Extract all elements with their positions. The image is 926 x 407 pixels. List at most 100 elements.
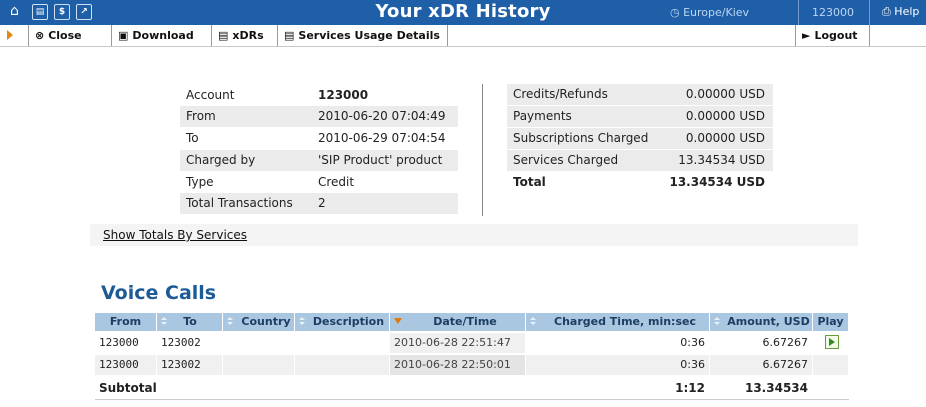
column-header-charged-time[interactable]: Charged Time, min:sec <box>526 313 710 331</box>
toolbar: ⊗ Close ▣ Download ▤ xDRs ▤ Services Usage D… <box>0 25 926 47</box>
charges-row-total: Total 13.34534 USD <box>507 172 773 193</box>
services-usage-label: Services Usage Details <box>298 29 440 42</box>
download-icon: ▣ <box>118 29 129 42</box>
play-icon[interactable] <box>825 335 839 349</box>
cell-to: 123002 <box>157 333 223 353</box>
column-header-from[interactable]: From <box>95 313 157 331</box>
charges-value: 13.34534 USD <box>678 153 765 167</box>
info-value: 2 <box>318 196 326 210</box>
cell-country <box>223 355 295 375</box>
close-label: Close <box>48 29 82 42</box>
info-row-account: Account 123000 <box>180 85 458 106</box>
close-icon: ⊗ <box>35 29 45 42</box>
xdrs-icon: ▤ <box>218 29 229 42</box>
help-text: Help <box>894 5 920 18</box>
sort-icon <box>299 317 306 326</box>
section-title: Voice Calls <box>101 282 217 304</box>
show-totals-by-services-link[interactable]: Show Totals By Services <box>103 228 247 242</box>
account-id-label[interactable]: 123000 <box>812 6 854 19</box>
sort-desc-icon <box>394 318 402 324</box>
subtotal-amount: 13.34534 <box>710 378 813 398</box>
charges-value: 0.00000 USD <box>685 87 765 101</box>
info-row-total-transactions: Total Transactions 2 <box>180 193 458 214</box>
info-label: Total Transactions <box>186 196 293 210</box>
charges-label: Services Charged <box>513 153 619 167</box>
column-header-play: Play <box>813 313 849 331</box>
cell-play-empty <box>813 355 849 375</box>
column-header-datetime[interactable]: Date/Time <box>390 313 526 331</box>
sort-icon <box>530 317 537 326</box>
download-button[interactable]: ▣ Download <box>112 25 212 46</box>
services-usage-icon: ▤ <box>284 29 295 42</box>
close-button[interactable]: ⊗ Close <box>28 25 112 46</box>
info-row-type: Type Credit <box>180 172 458 193</box>
info-label: From <box>186 109 216 123</box>
info-row-charged-by: Charged by 'SIP Product' product <box>180 150 458 171</box>
help-link[interactable]: ⎙ Help <box>882 5 919 19</box>
column-label: Charged Time, min:sec <box>554 315 696 328</box>
column-label: To <box>183 315 197 328</box>
cell-amount: 6.67267 <box>710 333 813 353</box>
column-label: Description <box>312 315 385 328</box>
menu-arrow-icon[interactable] <box>7 30 13 40</box>
charges-row-services: Services Charged 13.34534 USD <box>507 150 773 171</box>
download-label: Download <box>132 29 194 42</box>
cell-description <box>295 333 390 353</box>
info-divider <box>482 84 483 216</box>
charges-label: Subscriptions Charged <box>513 131 649 145</box>
info-label: Type <box>186 175 214 189</box>
sort-icon <box>227 317 234 326</box>
column-header-description[interactable]: Description <box>295 313 390 331</box>
column-label: Date/Time <box>433 315 497 328</box>
services-usage-button[interactable]: ▤ Services Usage Details <box>278 25 448 46</box>
column-label: Country <box>241 315 291 328</box>
cell-datetime: 2010-06-28 22:50:01 <box>390 355 526 375</box>
column-header-to[interactable]: To <box>157 313 223 331</box>
charges-label: Credits/Refunds <box>513 87 608 101</box>
subtotal-charged-time: 1:12 <box>526 378 710 398</box>
header-divider <box>798 0 799 25</box>
cell-charged-time: 0:36 <box>526 355 710 375</box>
top-header-bar: ⌂ ▤ $ ↗ Your xDR History ◷ Europe/Kiev 1… <box>0 0 926 25</box>
charges-value: 0.00000 USD <box>685 131 765 145</box>
xdrs-button[interactable]: ▤ xDRs <box>212 25 278 46</box>
charges-row-payments: Payments 0.00000 USD <box>507 106 773 127</box>
cell-from: 123000 <box>95 355 157 375</box>
column-header-amount[interactable]: Amount, USD <box>710 313 813 331</box>
info-value: 123000 <box>318 88 369 102</box>
subtotal-divider <box>95 399 849 400</box>
timezone-label[interactable]: ◷ Europe/Kiev <box>670 6 749 19</box>
charges-label: Total <box>513 175 546 189</box>
charges-row-credits: Credits/Refunds 0.00000 USD <box>507 84 773 105</box>
cell-to: 123002 <box>157 355 223 375</box>
page-title: Your xDR History <box>375 1 551 22</box>
xdrs-label: xDRs <box>232 29 264 42</box>
info-value: 2010-06-29 07:04:54 <box>318 131 446 145</box>
charges-row-subscriptions: Subscriptions Charged 0.00000 USD <box>507 128 773 149</box>
logout-button[interactable]: ► Logout <box>795 25 870 46</box>
info-row-to: To 2010-06-29 07:04:54 <box>180 128 458 149</box>
charges-label: Payments <box>513 109 572 123</box>
cell-country <box>223 333 295 353</box>
charges-value: 13.34534 USD <box>669 175 765 189</box>
cell-description <box>295 355 390 375</box>
info-value: Credit <box>318 175 355 189</box>
header-divider <box>869 0 870 25</box>
logout-label: Logout <box>814 29 858 42</box>
column-header-country[interactable]: Country <box>223 313 295 331</box>
info-value: 'SIP Product' product <box>318 153 443 167</box>
subtotal-label: Subtotal <box>95 378 295 398</box>
cell-amount: 6.67267 <box>710 355 813 375</box>
logout-icon: ► <box>802 29 811 42</box>
info-value: 2010-06-20 07:04:49 <box>318 109 446 123</box>
info-label: To <box>186 131 199 145</box>
info-label: Account <box>186 88 235 102</box>
cell-datetime: 2010-06-28 22:51:47 <box>390 333 526 353</box>
charges-value: 0.00000 USD <box>685 109 765 123</box>
sort-icon <box>714 317 721 326</box>
info-row-from: From 2010-06-20 07:04:49 <box>180 106 458 127</box>
column-label: Amount, USD <box>727 315 810 328</box>
cell-charged-time: 0:36 <box>526 333 710 353</box>
timezone-text: Europe/Kiev <box>683 6 750 19</box>
cell-from: 123000 <box>95 333 157 353</box>
